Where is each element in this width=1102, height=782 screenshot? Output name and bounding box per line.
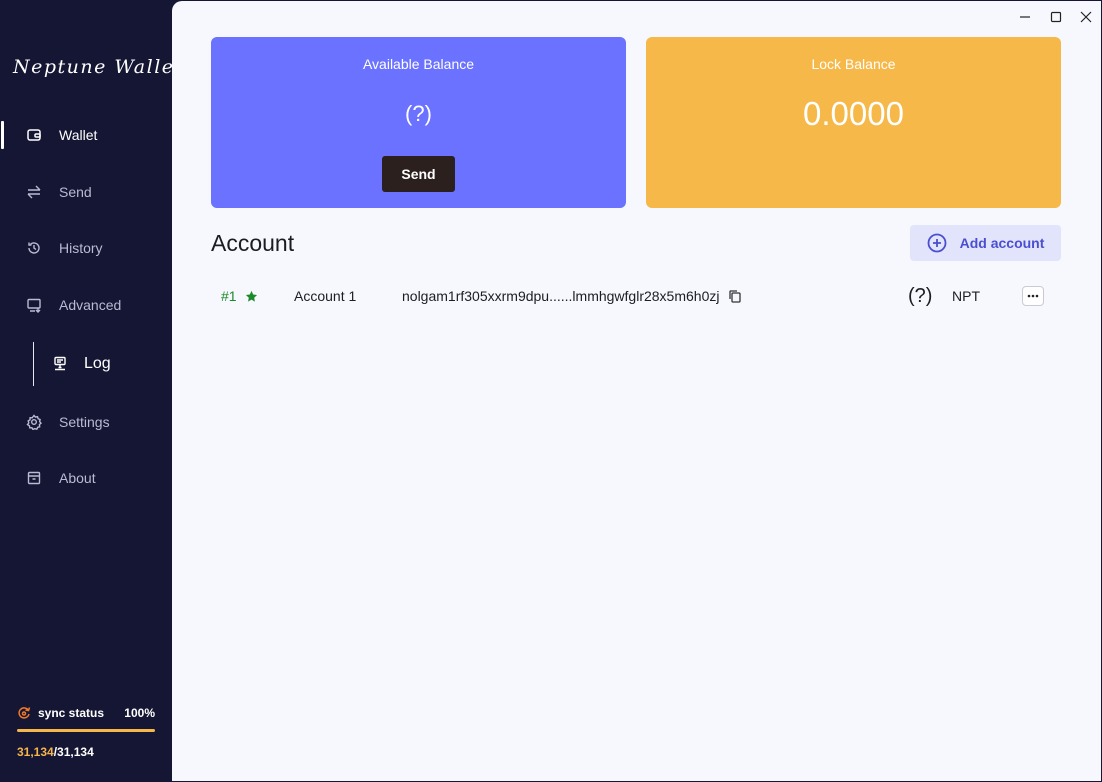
lock-balance-title: Lock Balance bbox=[811, 56, 896, 72]
account-section-title: Account bbox=[211, 230, 295, 256]
available-balance-value: (?) bbox=[405, 101, 432, 126]
sidebar: Neptune Wallet Wallet Send History Advan… bbox=[0, 0, 182, 782]
account-number: #1 bbox=[221, 288, 237, 304]
sidebar-item-history[interactable]: History bbox=[0, 228, 172, 268]
sync-label: sync status bbox=[38, 706, 105, 720]
close-icon bbox=[1080, 11, 1092, 23]
account-row[interactable]: #1 Account 1 nolgam1rf305xxrm9dpu......l… bbox=[211, 280, 1061, 312]
sidebar-item-label: Send bbox=[59, 184, 92, 200]
minimize-icon bbox=[1020, 16, 1030, 18]
available-balance-title: Available Balance bbox=[362, 56, 475, 72]
sidebar-item-label: Advanced bbox=[59, 297, 122, 313]
lock-balance-card: Lock Balance 0.0000 bbox=[646, 37, 1061, 208]
account-balance: (?) bbox=[908, 284, 933, 307]
sidebar-item-label: Settings bbox=[59, 414, 110, 430]
sidebar-item-label: Log bbox=[84, 355, 111, 372]
maximize-button[interactable] bbox=[1048, 9, 1064, 25]
server-log-icon bbox=[52, 356, 68, 372]
plus-circle-icon bbox=[927, 233, 947, 253]
sync-total-block: 31,134 bbox=[57, 745, 94, 759]
sidebar-item-settings[interactable]: Settings bbox=[0, 402, 172, 442]
maximize-icon bbox=[1050, 11, 1062, 23]
sidebar-item-log[interactable]: Log bbox=[33, 342, 172, 386]
star-icon[interactable] bbox=[245, 280, 258, 312]
sync-status-panel: sync status 100% 31,134/31,134 bbox=[17, 706, 155, 759]
minimize-button[interactable] bbox=[1017, 9, 1033, 25]
archive-box-icon bbox=[25, 469, 43, 487]
account-name: Account 1 bbox=[294, 288, 357, 304]
sync-block-count: 31,134/31,134 bbox=[17, 745, 155, 759]
monitor-icon bbox=[25, 296, 43, 314]
app-logo: Neptune Wallet bbox=[13, 56, 184, 78]
sync-current-block: 31,134 bbox=[17, 745, 54, 759]
main-panel: Available Balance (?) Send Lock Balance … bbox=[172, 1, 1101, 781]
copy-icon[interactable] bbox=[728, 280, 742, 312]
sync-icon bbox=[17, 706, 31, 720]
transfer-arrows-icon bbox=[25, 183, 43, 201]
add-account-label: Add account bbox=[959, 235, 1045, 251]
sync-progress-fill bbox=[17, 729, 155, 732]
account-address: nolgam1rf305xxrm9dpu......lmmhgwfglr28x5… bbox=[402, 288, 720, 304]
gear-icon bbox=[25, 413, 43, 431]
sidebar-item-label: About bbox=[59, 470, 96, 486]
sidebar-item-label: History bbox=[59, 240, 103, 256]
send-button[interactable]: Send bbox=[382, 156, 455, 192]
more-options-button[interactable] bbox=[1022, 286, 1044, 306]
available-balance-card: Available Balance (?) Send bbox=[211, 37, 626, 208]
close-button[interactable] bbox=[1078, 9, 1094, 25]
lock-balance-value: 0.0000 bbox=[803, 95, 904, 132]
sync-progress-bar bbox=[17, 729, 155, 732]
sidebar-item-wallet[interactable]: Wallet bbox=[0, 115, 172, 155]
sidebar-item-label: Wallet bbox=[59, 127, 98, 143]
add-account-button[interactable]: Add account bbox=[910, 225, 1061, 261]
sidebar-item-about[interactable]: About bbox=[0, 458, 172, 498]
account-unit: NPT bbox=[952, 288, 980, 304]
sidebar-item-advanced[interactable]: Advanced bbox=[0, 285, 172, 325]
sync-percent: 100% bbox=[124, 706, 155, 720]
history-icon bbox=[25, 239, 43, 257]
ellipsis-icon bbox=[1027, 294, 1039, 298]
wallet-icon bbox=[25, 126, 43, 144]
sidebar-item-send[interactable]: Send bbox=[0, 172, 172, 212]
